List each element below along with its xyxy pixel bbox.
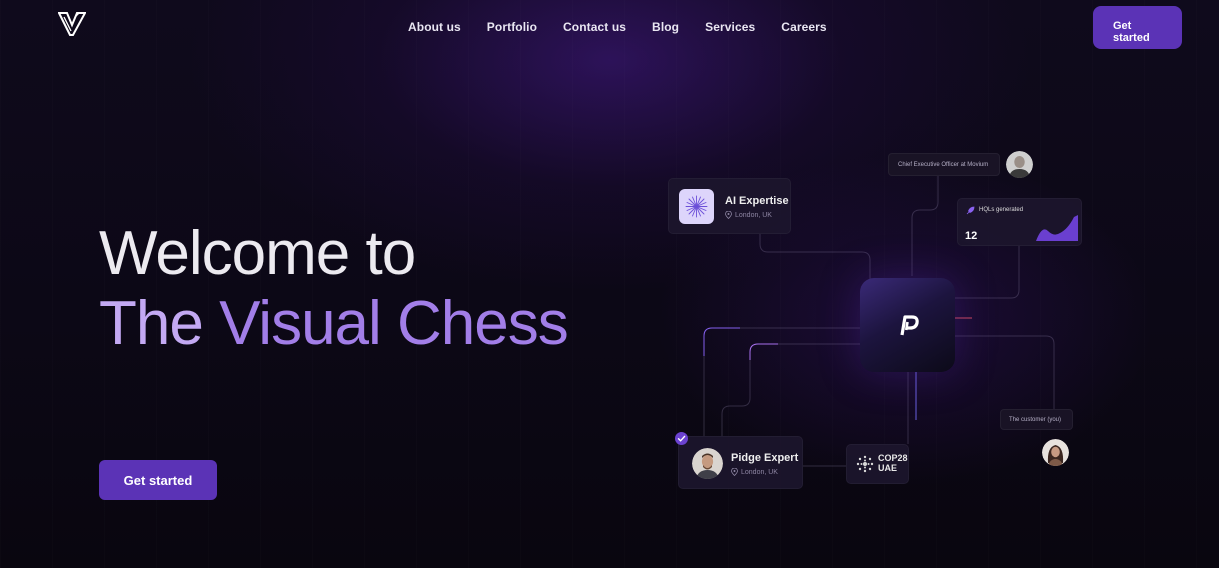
customer-label-pill: The customer (you) (1000, 409, 1073, 430)
expert-card-title: Pidge Expert (731, 452, 799, 464)
sparkle-icon (685, 195, 708, 218)
ceo-label-pill: Chief Executive Officer at Movium (888, 153, 1000, 176)
customer-avatar (1042, 439, 1069, 466)
location-pin-icon (725, 211, 732, 219)
expert-avatar (692, 448, 723, 479)
hqls-label: HQLs generated (979, 207, 1024, 213)
check-icon (675, 432, 688, 445)
ai-card-location: London, UK (725, 211, 772, 219)
expert-card-location: London, UK (731, 468, 778, 476)
hqls-value: 12 (965, 230, 978, 242)
cop28-label: COP28 UAE (878, 453, 908, 473)
cop28-card: COP28 UAE (846, 444, 909, 484)
ai-expertise-card: AI Expertise London, UK (668, 178, 791, 234)
hqls-generated-card: HQLs generated 12 (957, 198, 1082, 246)
cop28-line2: UAE (878, 463, 898, 473)
ai-icon-tile (679, 189, 714, 224)
ai-card-location-text: London, UK (735, 211, 772, 219)
hqls-sparkline (1036, 215, 1078, 241)
pidge-center-tile (860, 278, 955, 372)
diagram-connectors (703, 176, 1055, 467)
pidge-expert-card: Pidge Expert London, UK (678, 436, 803, 489)
cop28-line1: COP28 (878, 453, 908, 463)
location-pin-icon (731, 468, 738, 476)
ceo-avatar (1006, 151, 1033, 178)
ai-card-title: AI Expertise (725, 195, 789, 207)
globe-icon (856, 455, 874, 473)
pidge-logo-icon (900, 315, 919, 336)
expert-card-location-text: London, UK (741, 468, 778, 476)
rocket-icon (966, 206, 975, 215)
